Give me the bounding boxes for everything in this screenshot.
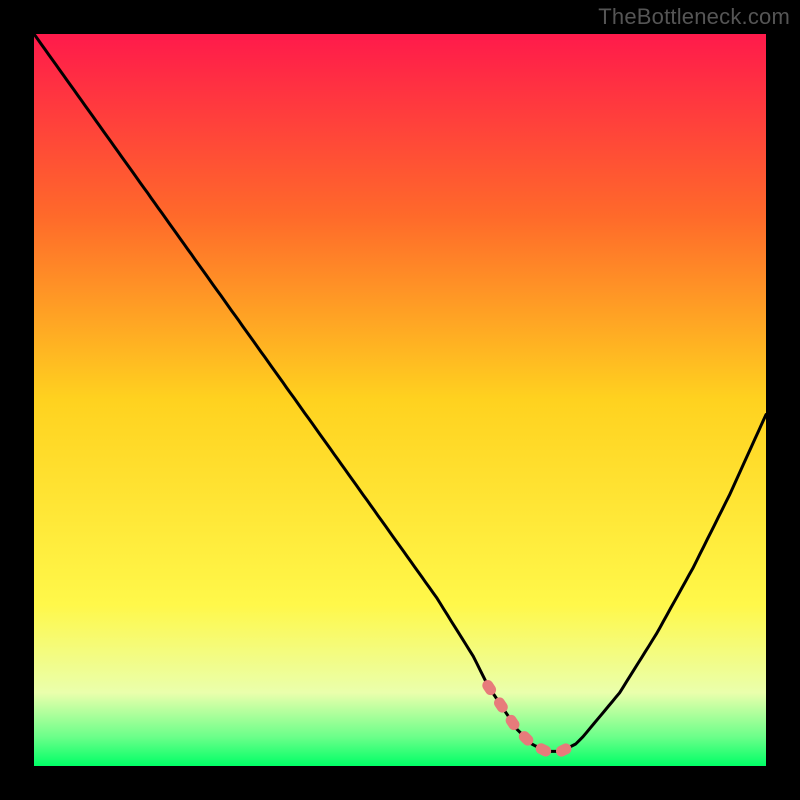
plot-area <box>34 34 766 766</box>
chart-container: { "attribution": "TheBottleneck.com", "c… <box>0 0 800 800</box>
attribution-text: TheBottleneck.com <box>598 4 790 30</box>
bottleneck-chart <box>0 0 800 800</box>
